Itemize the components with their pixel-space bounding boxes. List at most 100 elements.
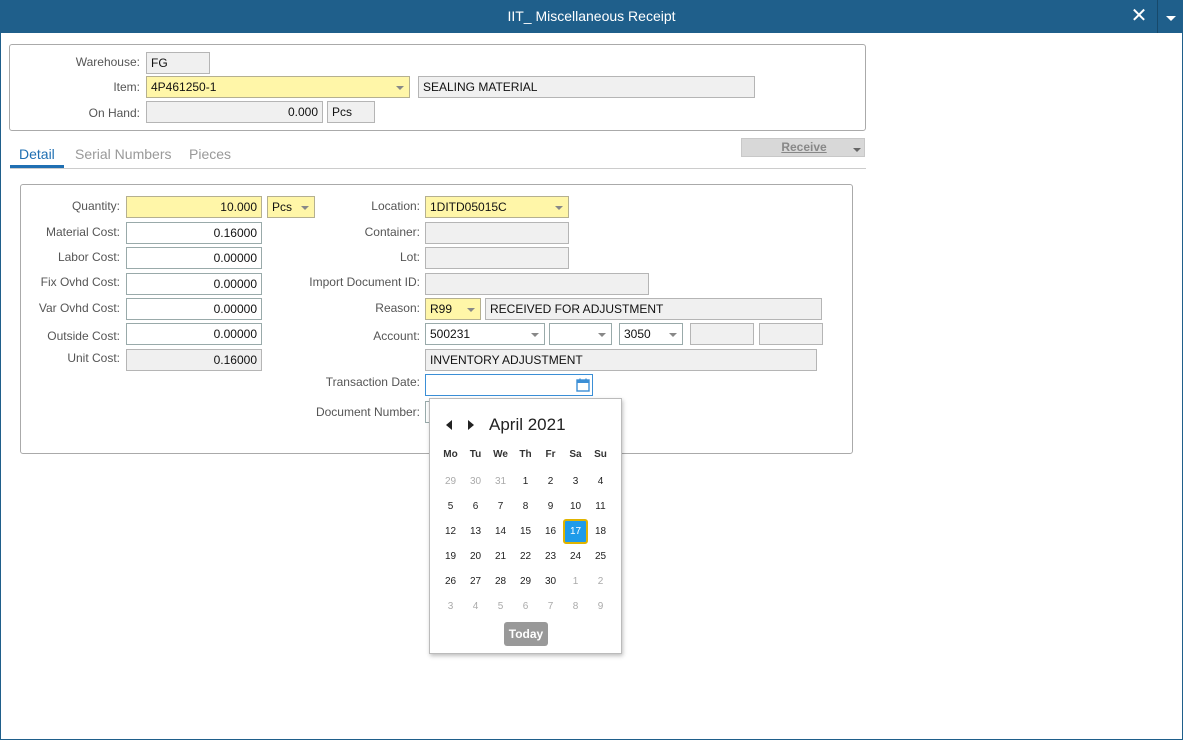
weekday-label: We <box>493 449 508 460</box>
tab-serial-numbers[interactable]: Serial Numbers <box>75 146 171 162</box>
calendar-day[interactable]: 25 <box>588 544 613 569</box>
lot-field[interactable] <box>425 247 569 269</box>
account-label: Account: <box>373 329 420 343</box>
calendar-day[interactable]: 12 <box>438 519 463 544</box>
calendar-icon[interactable] <box>574 376 592 394</box>
account-segment-3-select[interactable]: 3050 <box>619 323 683 345</box>
account-segment-4-field[interactable] <box>690 323 754 345</box>
calendar-day[interactable]: 27 <box>463 569 488 594</box>
fix-ovhd-cost-field[interactable]: 0.00000 <box>126 273 262 295</box>
calendar-day[interactable]: 15 <box>513 519 538 544</box>
window-title: IIT_ Miscellaneous Receipt <box>507 8 676 24</box>
account-description-field: INVENTORY ADJUSTMENT <box>425 349 817 371</box>
calendar-day[interactable]: 1 <box>513 469 538 494</box>
calendar-day[interactable]: 29 <box>438 469 463 494</box>
calendar-day[interactable]: 20 <box>463 544 488 569</box>
tab-pieces[interactable]: Pieces <box>189 146 231 162</box>
receive-button[interactable]: Receive <box>741 138 865 157</box>
calendar-day[interactable]: 14 <box>488 519 513 544</box>
calendar-grid: Mo Tu We Th Fr Sa Su 29 30 31 1 2 3 4 5 6 7 8 9 10 11… <box>438 444 613 619</box>
outside-cost-field[interactable]: 0.00000 <box>126 323 262 345</box>
calendar-day[interactable]: 30 <box>538 569 563 594</box>
calendar-day[interactable]: 10 <box>563 494 588 519</box>
onhand-field: 0.000 <box>146 101 323 123</box>
var-ovhd-cost-label: Var Ovhd Cost: <box>38 301 120 315</box>
calendar-day[interactable]: 7 <box>538 594 563 619</box>
today-button[interactable]: Today <box>504 622 548 646</box>
quantity-field[interactable]: 10.000 <box>126 196 262 218</box>
calendar-day[interactable]: 8 <box>513 494 538 519</box>
calendar-day[interactable]: 2 <box>588 569 613 594</box>
calendar-day[interactable]: 21 <box>488 544 513 569</box>
next-month-icon[interactable] <box>466 419 476 431</box>
calendar-day[interactable]: 8 <box>563 594 588 619</box>
quantity-label: Quantity: <box>71 199 120 213</box>
lot-label: Lot: <box>399 250 420 264</box>
calendar-day[interactable]: 16 <box>538 519 563 544</box>
calendar-day[interactable]: 5 <box>488 594 513 619</box>
chevron-down-icon <box>555 206 563 210</box>
close-icon[interactable]: ✕ <box>1128 4 1150 28</box>
calendar-day[interactable]: 5 <box>438 494 463 519</box>
calendar-day[interactable]: 1 <box>563 569 588 594</box>
receive-button-label: Receive <box>781 140 827 154</box>
account-segment-5-field[interactable] <box>759 323 823 345</box>
reason-code: R99 <box>430 302 453 316</box>
calendar-day[interactable]: 7 <box>488 494 513 519</box>
tab-bar: Detail Serial Numbers Pieces <box>10 143 866 169</box>
calendar-day[interactable]: 13 <box>463 519 488 544</box>
calendar-day[interactable]: 9 <box>538 494 563 519</box>
warehouse-field[interactable]: FG <box>146 52 210 74</box>
calendar-day[interactable]: 4 <box>463 594 488 619</box>
material-cost-label: Material Cost: <box>45 225 120 239</box>
calendar-day[interactable]: 23 <box>538 544 563 569</box>
unit-cost-field: 0.16000 <box>126 349 262 371</box>
calendar-day[interactable]: 6 <box>513 594 538 619</box>
weekday-label: Mo <box>443 449 458 460</box>
account-segment-1-select[interactable]: 500231 <box>425 323 545 345</box>
calendar-day[interactable]: 22 <box>513 544 538 569</box>
calendar-day[interactable]: 24 <box>563 544 588 569</box>
previous-month-icon[interactable] <box>444 419 454 431</box>
calendar-day[interactable]: 30 <box>463 469 488 494</box>
calendar-day[interactable]: 26 <box>438 569 463 594</box>
transaction-date-field[interactable] <box>425 374 593 396</box>
calendar-day[interactable]: 28 <box>488 569 513 594</box>
calendar-day[interactable]: 19 <box>438 544 463 569</box>
item-select-value: 4P461250-1 <box>151 80 217 94</box>
titlebar-divider <box>1157 0 1158 33</box>
tab-detail[interactable]: Detail <box>19 146 55 162</box>
onhand-unit-field: Pcs <box>327 101 375 123</box>
calendar-day[interactable]: 2 <box>538 469 563 494</box>
calendar-day[interactable]: 4 <box>588 469 613 494</box>
var-ovhd-cost-field[interactable]: 0.00000 <box>126 298 262 320</box>
window-menu-chevron-icon[interactable] <box>1161 6 1181 28</box>
calendar-week-row: 12 13 14 15 16 17 18 <box>438 519 613 544</box>
transaction-date-label: Transaction Date: <box>325 375 420 389</box>
reason-select[interactable]: R99 <box>425 298 481 320</box>
calendar-day[interactable]: 18 <box>588 519 613 544</box>
item-select[interactable]: 4P461250-1 <box>146 76 410 98</box>
calendar-day[interactable]: 29 <box>513 569 538 594</box>
calendar-week-row: 29 30 31 1 2 3 4 <box>438 469 613 494</box>
weekday-label: Th <box>519 449 532 460</box>
calendar-weekday-header: Mo Tu We Th Fr Sa Su <box>438 444 613 469</box>
container-field[interactable] <box>425 222 569 244</box>
outside-cost-label: Outside Cost: <box>47 329 120 343</box>
chevron-down-icon <box>598 333 606 337</box>
calendar-day[interactable]: 31 <box>488 469 513 494</box>
calendar-day[interactable]: 6 <box>463 494 488 519</box>
labor-cost-field[interactable]: 0.00000 <box>126 247 262 269</box>
calendar-day[interactable]: 17 <box>563 519 588 544</box>
container-label: Container: <box>364 225 420 239</box>
calendar-day[interactable]: 9 <box>588 594 613 619</box>
material-cost-field[interactable]: 0.16000 <box>126 222 262 244</box>
calendar-day[interactable]: 3 <box>563 469 588 494</box>
chevron-down-icon <box>467 308 475 312</box>
calendar-day[interactable]: 11 <box>588 494 613 519</box>
account-segment-3-value: 3050 <box>624 327 651 341</box>
calendar-day[interactable]: 3 <box>438 594 463 619</box>
import-document-field[interactable] <box>425 273 649 295</box>
account-segment-2-select[interactable] <box>549 323 612 345</box>
location-select[interactable]: 1DITD05015C <box>425 196 569 218</box>
